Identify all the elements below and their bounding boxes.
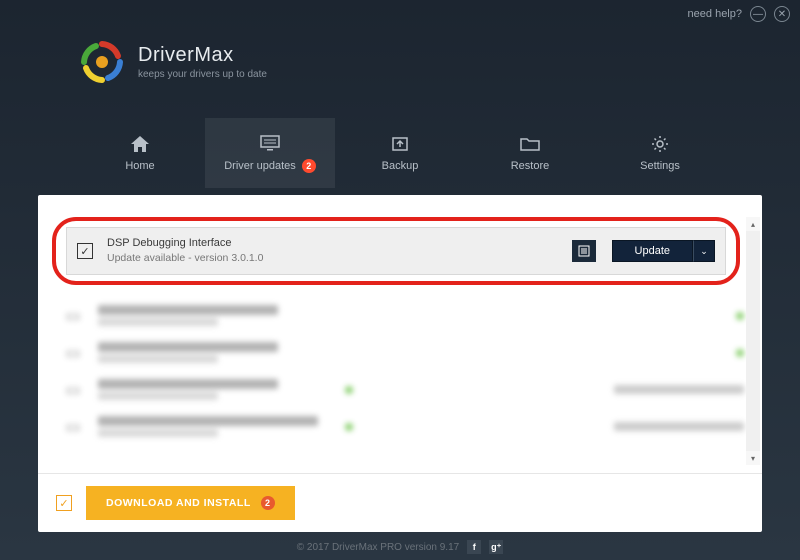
scroll-down-button[interactable]: ▾ <box>746 451 760 465</box>
windows-icon: ▭ <box>62 380 84 400</box>
close-button[interactable]: ✕ <box>774 6 790 22</box>
driver-row-blurred: ▭ <box>52 408 754 445</box>
folder-icon <box>520 134 540 154</box>
main-nav: Home Driver updates 2 Backup Restore Set… <box>0 118 800 188</box>
nav-restore[interactable]: Restore <box>465 118 595 188</box>
update-button[interactable]: Update <box>612 240 693 262</box>
updates-badge: 2 <box>302 159 316 173</box>
help-link[interactable]: need help? <box>688 8 742 20</box>
driver-row-blurred: ▭ <box>52 371 754 408</box>
windows-icon: ▭ <box>62 417 84 437</box>
nav-home[interactable]: Home <box>75 118 205 188</box>
footer: © 2017 DriverMax PRO version 9.17 f g⁺ <box>0 540 800 554</box>
minimize-button[interactable]: — <box>750 6 766 22</box>
facebook-icon[interactable]: f <box>467 540 481 554</box>
nav-settings[interactable]: Settings <box>595 118 725 188</box>
nav-label: Home <box>125 160 154 172</box>
update-dropdown-button[interactable]: ⌄ <box>693 240 715 262</box>
driver-list: ✓ DSP Debugging Interface Update availab… <box>38 195 762 473</box>
monitor-icon: ▭ <box>62 306 84 326</box>
monitor-icon <box>260 133 280 153</box>
googleplus-icon[interactable]: g⁺ <box>489 540 503 554</box>
status-ok-icon <box>736 349 744 357</box>
download-install-button[interactable]: DOWNLOAD AND INSTALL 2 <box>86 486 295 520</box>
home-icon <box>130 134 150 154</box>
select-all-checkbox[interactable]: ✓ <box>56 495 72 511</box>
scrollbar[interactable]: ▴ ▾ <box>746 217 760 465</box>
driver-row-blurred: ▭ <box>52 297 754 334</box>
scroll-up-button[interactable]: ▴ <box>746 217 760 231</box>
update-button-group: Update ⌄ <box>612 240 715 262</box>
gear-icon <box>650 134 670 154</box>
download-count-badge: 2 <box>261 496 275 510</box>
app-title: DriverMax <box>138 44 267 67</box>
details-icon[interactable] <box>572 240 596 262</box>
content-panel: ✓ DSP Debugging Interface Update availab… <box>38 195 762 532</box>
nav-backup[interactable]: Backup <box>335 118 465 188</box>
driver-row-blurred: ▭ <box>52 334 754 371</box>
audio-icon: ▭ <box>62 343 84 363</box>
brand-header: DriverMax keeps your drivers up to date <box>80 40 267 84</box>
nav-label: Backup <box>382 160 419 172</box>
nav-label: Settings <box>640 160 680 172</box>
app-subtitle: keeps your drivers up to date <box>138 69 267 80</box>
status-ok-icon <box>345 423 353 431</box>
nav-label: Driver updates <box>224 160 296 172</box>
status-ok-icon <box>736 312 744 320</box>
download-label: DOWNLOAD AND INSTALL <box>106 497 251 509</box>
driver-status: Update available - version 3.0.1.0 <box>107 251 558 266</box>
backup-icon <box>390 134 410 154</box>
driver-row[interactable]: ✓ DSP Debugging Interface Update availab… <box>66 227 726 275</box>
driver-name: DSP Debugging Interface <box>107 236 558 251</box>
row-checkbox[interactable]: ✓ <box>77 243 93 259</box>
copyright-text: © 2017 DriverMax PRO version 9.17 <box>297 542 459 553</box>
highlighted-driver-row: ✓ DSP Debugging Interface Update availab… <box>52 217 740 285</box>
nav-label: Restore <box>511 160 550 172</box>
status-ok-icon <box>345 386 353 394</box>
app-logo-icon <box>80 40 124 84</box>
bottom-action-bar: ✓ DOWNLOAD AND INSTALL 2 <box>38 473 762 532</box>
nav-driver-updates[interactable]: Driver updates 2 <box>205 118 335 188</box>
title-bar: need help? — ✕ <box>688 6 790 22</box>
